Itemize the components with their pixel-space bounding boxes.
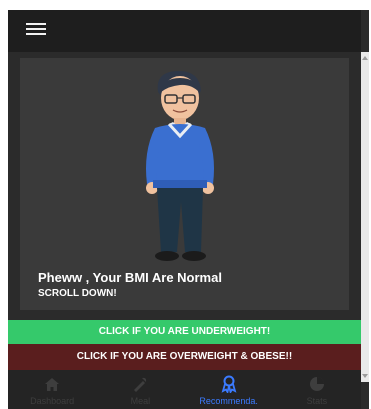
pie-chart-icon	[309, 377, 324, 391]
overweight-obese-button[interactable]: CLICK IF YOU ARE OVERWEIGHT & OBESE!!	[8, 344, 361, 370]
bottom-navigation: Dashboard Meal Recommenda. Stats	[8, 370, 361, 409]
cartoon-man-illustration	[146, 70, 214, 261]
nav-item-stats[interactable]: Stats	[273, 370, 361, 409]
nav-item-dashboard[interactable]: Dashboard	[8, 370, 96, 409]
scroll-down-hint: SCROLL DOWN!	[38, 288, 117, 299]
nav-label-stats: Stats	[306, 396, 328, 406]
meal-icon	[134, 377, 147, 392]
app-screen: Pheww , Your BMI Are Normal SCROLL DOWN!…	[8, 10, 369, 409]
scroll-up-arrow-icon[interactable]	[362, 56, 368, 60]
scroll-down-arrow-icon[interactable]	[362, 374, 368, 378]
top-app-bar	[8, 10, 361, 52]
nav-label-dashboard: Dashboard	[30, 396, 75, 406]
hamburger-menu-icon[interactable]	[26, 23, 46, 37]
ribbon-icon	[221, 375, 237, 393]
nav-label-meal: Meal	[130, 396, 151, 406]
bmi-result-card: Pheww , Your BMI Are Normal SCROLL DOWN!	[20, 58, 349, 310]
home-icon	[45, 378, 60, 391]
bmi-status-message: Pheww , Your BMI Are Normal	[38, 270, 222, 285]
nav-label-recommendation: Recommenda.	[199, 396, 258, 406]
nav-item-recommendation[interactable]: Recommenda.	[185, 370, 273, 409]
scrollbar[interactable]	[361, 52, 369, 382]
underweight-button[interactable]: CLICK IF YOU ARE UNDERWEIGHT!	[8, 320, 361, 344]
nav-item-meal[interactable]: Meal	[96, 370, 184, 409]
